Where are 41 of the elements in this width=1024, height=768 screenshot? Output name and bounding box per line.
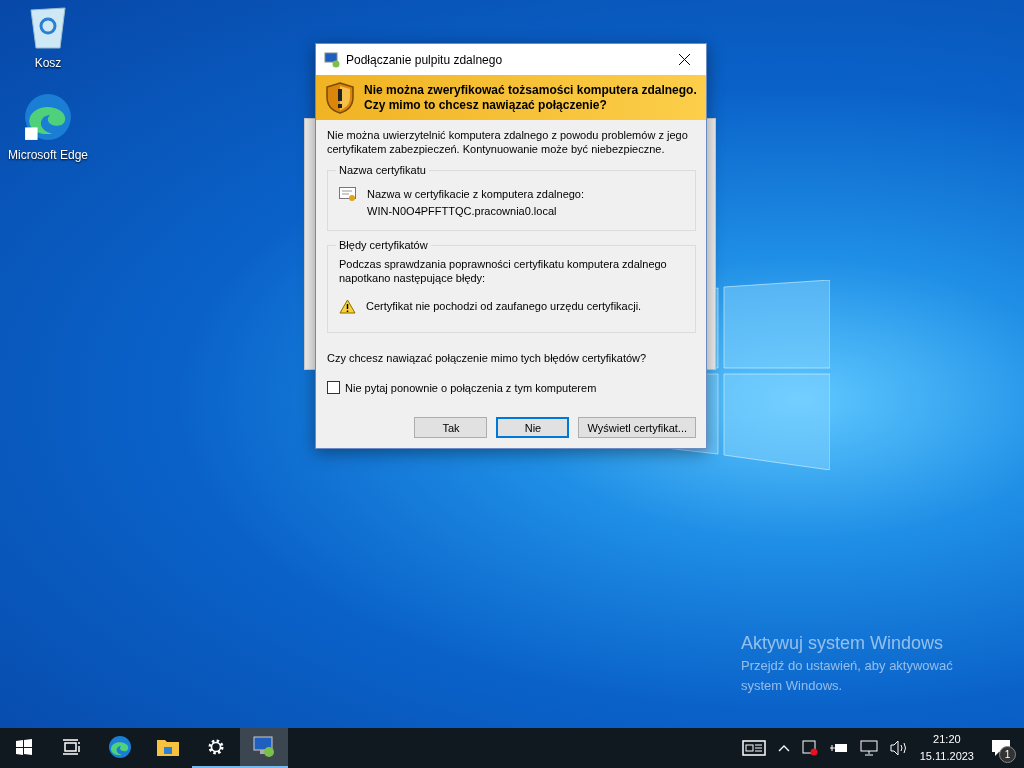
- edge-shortcut-icon: [23, 92, 73, 142]
- group-title: Nazwa certyfikatu: [338, 164, 427, 176]
- network-icon[interactable]: [859, 740, 878, 756]
- security-alert-icon[interactable]: [801, 740, 818, 756]
- intro-text: Nie można uwierzytelnić komputera zdalnego z powodu problemów z jego certyfikatem zabezpieczeń. Kontynuowanie może być niebezpieczne.: [327, 128, 689, 156]
- checkbox[interactable]: [327, 381, 340, 394]
- volume-icon[interactable]: [889, 740, 908, 756]
- question-text: Czy chcesz nawiązać połączenie mimo tych błędów certyfikatów?: [327, 351, 648, 365]
- certificate-text: WIN-N0O4PFFTTQC.pracownia0.local: [367, 204, 558, 219]
- news-icon[interactable]: [741, 740, 766, 756]
- desktop-icon-label[interactable]: Microsoft Edge: [8, 148, 89, 162]
- group-title: Błędy certyfikatów: [338, 239, 429, 251]
- close-icon: [678, 54, 690, 65]
- windows-start-icon: [16, 739, 32, 755]
- certificate-text: Nazwa w certyfikacie z komputera zdalnego:: [367, 187, 585, 202]
- settings-icon: [207, 738, 225, 756]
- dialog-button[interactable]: Tak: [414, 417, 488, 438]
- certificate-icon: [339, 186, 357, 202]
- recycle-bin-icon: [28, 6, 68, 50]
- chevron-up-icon[interactable]: [777, 744, 790, 752]
- warning-shield-icon: [326, 81, 354, 114]
- errors-description: Podczas sprawdzania poprawności certyfikatu komputera zdalnego napotkano następujące błędy:: [339, 257, 668, 285]
- folder-icon: [157, 738, 179, 756]
- task-view-icon: [63, 739, 81, 755]
- warning-heading: Nie można zweryfikować tożsamości komputera zdalnego.: [364, 82, 697, 98]
- clock[interactable]: 21:20 15.11.2023: [919, 731, 974, 765]
- activation-title: Aktywuj system Windows: [741, 633, 945, 654]
- remote-desktop-icon: [252, 736, 276, 758]
- desktop-icon-label[interactable]: Kosz: [34, 56, 62, 70]
- warning-icon: [339, 299, 356, 314]
- edge-icon: [108, 735, 132, 759]
- battery-icon[interactable]: [829, 742, 848, 754]
- activation-text: Przejdź do ustawień, aby aktywować system Windows.: [741, 657, 954, 695]
- remote-desktop-icon: [324, 51, 340, 68]
- checkbox-label[interactable]: Nie pytaj ponownie o połączenia z tym komputerem: [345, 381, 597, 394]
- error-text: Certyfikat nie pochodzi od zaufanego urzędu certyfikacji.: [366, 299, 642, 313]
- window-title: Podłączanie pulpitu zdalnego: [346, 52, 504, 67]
- dialog-button[interactable]: Wyświetl certyfikat...: [578, 417, 696, 438]
- notification-count: 1: [999, 746, 1016, 763]
- warning-heading: Czy mimo to chcesz nawiązać połączenie?: [364, 97, 608, 113]
- dialog-button[interactable]: Nie: [496, 417, 570, 438]
